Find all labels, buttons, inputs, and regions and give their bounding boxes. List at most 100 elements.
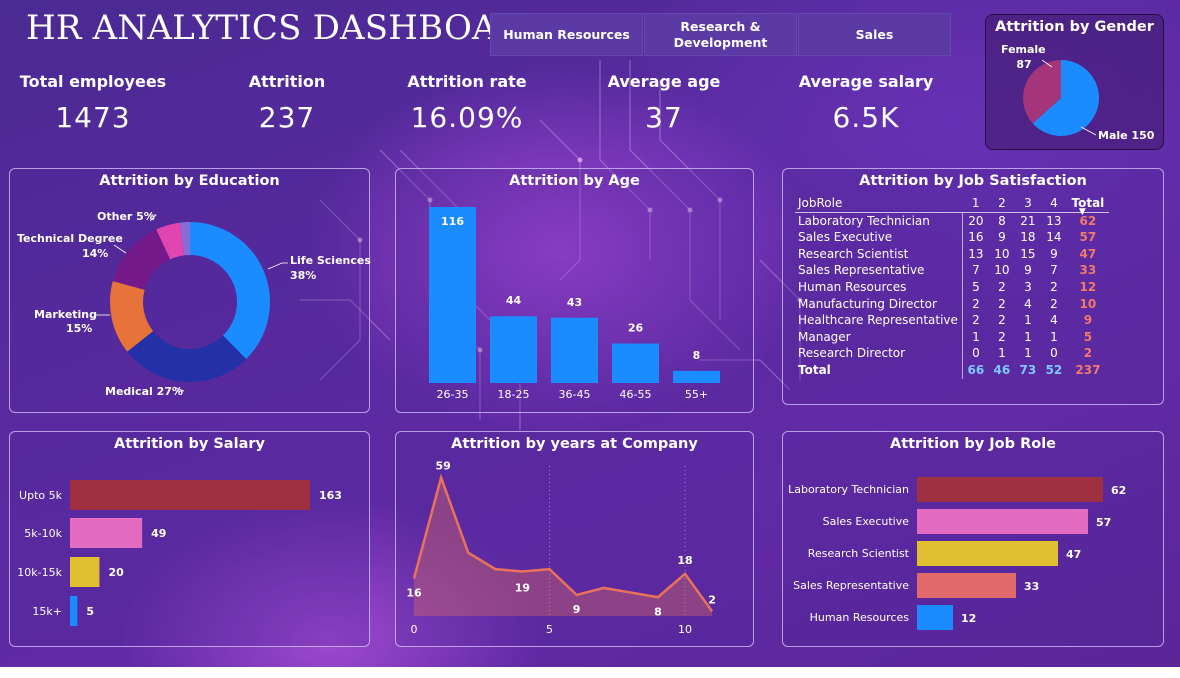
age-bar-chart: 116 26-35 44 18-25 43 36-45 26 46-55 8 55+ [429, 207, 720, 401]
tab-label: Human Resources [503, 26, 630, 42]
table-row: Healthcare Representative 2 2 1 4 9 [795, 312, 1109, 329]
column-header-1[interactable]: 1 [962, 195, 989, 213]
column-header-2[interactable]: 2 [988, 195, 1015, 213]
tab-human-resources[interactable]: Human Resources [490, 13, 643, 56]
salary-bar [70, 480, 310, 510]
table-cell: 12 [1079, 279, 1097, 294]
kpi-average-age: Average age 37 [585, 72, 743, 134]
salary-bar [70, 557, 100, 587]
table-cell: Research Director [795, 345, 963, 362]
table-cell: 9 [998, 230, 1006, 245]
jobrole-bar [917, 541, 1058, 566]
edu-value-marketing: 15% [66, 322, 92, 335]
years-point-label: 18 [677, 554, 692, 567]
table-cell: 3 [1024, 279, 1032, 294]
age-category-label: 55+ [685, 388, 708, 401]
table-cell: 2 [998, 279, 1006, 294]
jobrole-category-label: Human Resources [810, 611, 910, 624]
table-row: Research Scientist 13 10 15 9 47 [795, 245, 1109, 263]
kpi-value: 16.09% [410, 101, 524, 134]
table-cell: 10 [1079, 296, 1097, 311]
kpi-value: 1473 [55, 101, 131, 134]
years-point-label: 8 [654, 605, 662, 618]
table-cell: 13 [968, 246, 984, 261]
table-cell: Human Resources [795, 278, 963, 296]
panel-attrition-by-gender: Attrition by Gender Female 87 Male 150 [985, 14, 1164, 150]
jobrole-bar-value-label: 47 [1066, 548, 1081, 561]
jobrole-category-label: Sales Executive [823, 515, 910, 528]
jobrole-bar [917, 573, 1016, 598]
table-cell: 13 [1046, 213, 1062, 228]
table-cell: 2 [972, 296, 980, 311]
salary-bar-chart: 163 Upto 5k 49 5k-10k 20 10k-15k 5 15k+ [17, 480, 342, 626]
table-cell: 2 [998, 313, 1006, 328]
gender-label-male: Male 150 [1098, 129, 1155, 142]
table-cell: 2 [998, 329, 1006, 344]
age-bar [612, 343, 659, 383]
jobrole-category-label: Sales Representative [793, 579, 909, 592]
years-point-label: 16 [406, 587, 422, 600]
kpi-label: Average salary [798, 72, 934, 91]
table-cell: 7 [1050, 263, 1058, 278]
table-cell: 9 [1024, 263, 1032, 278]
salary-category-label: 15k+ [32, 605, 62, 618]
table-cell: 2 [1050, 296, 1058, 311]
years-point-label: 9 [573, 603, 581, 616]
salary-bar-value-label: 20 [108, 566, 124, 579]
job-satisfaction-table: JobRole 1 2 3 4 Total ▼ Laboratory Techn… [795, 195, 1109, 379]
age-category-label: 46-55 [620, 388, 652, 401]
table-cell: 18 [1020, 230, 1036, 245]
table-cell: 1 [1024, 313, 1032, 328]
jobrole-category-label: Laboratory Technician [788, 483, 909, 496]
kpi-label: Attrition [248, 72, 326, 91]
jobrole-bar [917, 477, 1103, 502]
table-cell: 46 [993, 362, 1011, 377]
years-point-label: 19 [515, 581, 530, 594]
edu-value-technical-degree: 14% [82, 247, 108, 260]
kpi-attrition-rate: Attrition rate 16.09% [388, 72, 546, 134]
table-cell: 66 [967, 362, 985, 377]
table-cell: 2 [1050, 279, 1058, 294]
panel-attrition-by-job-role: Attrition by Job Role 62 Laboratory Techn… [782, 431, 1164, 647]
kpi-value: 6.5K [832, 101, 900, 134]
edu-label-life-sciences: Life Sciences [290, 254, 371, 267]
years-point-label: 59 [435, 460, 450, 473]
dashboard-canvas: HR ANALYTICS DASHBOARD Human Resources R… [0, 0, 1180, 667]
years-area-chart: 0 5 10 16 59 19 9 8 18 2 [406, 460, 716, 636]
table-cell: 4 [1050, 313, 1058, 328]
kpi-label: Attrition rate [407, 72, 527, 91]
panel-attrition-by-education: Attrition by Education Life Sciences 38%… [9, 168, 371, 413]
panel-attrition-by-age: Attrition by Age 116 26-35 44 18-25 43 36-45 2… [395, 168, 754, 413]
table-row: Sales Executive 16 9 18 14 57 [795, 229, 1109, 246]
table-cell: 9 [1050, 246, 1058, 261]
table-cell: 73 [1019, 362, 1037, 377]
gender-value-female: 87 [1016, 58, 1031, 71]
table-row: Human Resources 5 2 3 2 12 [795, 278, 1109, 296]
kpi-average-salary: Average salary 6.5K [787, 72, 945, 134]
kpi-total-employees: Total employees 1473 [14, 72, 172, 134]
column-header-total[interactable]: Total ▼ [1066, 195, 1109, 217]
edu-donut-slice-life-sciences [190, 222, 270, 360]
table-cell: 1 [1024, 329, 1032, 344]
tab-label: Sales [855, 26, 894, 42]
edu-label-technical-degree: Technical Degree [17, 232, 123, 245]
age-bar-value-label: 26 [628, 322, 644, 335]
table-cell: 1 [1024, 346, 1032, 361]
table-cell: 62 [1079, 213, 1097, 228]
age-bar [429, 207, 476, 383]
column-header-3[interactable]: 3 [1014, 195, 1041, 213]
table-cell: 15 [1020, 246, 1036, 261]
table-cell: Laboratory Technician [795, 212, 963, 230]
page-title: HR ANALYTICS DASHBOARD [26, 8, 551, 48]
tab-sales[interactable]: Sales [798, 13, 951, 56]
column-header-jobrole[interactable]: JobRole [795, 195, 963, 213]
column-header-4[interactable]: 4 [1040, 195, 1067, 213]
table-cell: 2 [972, 313, 980, 328]
education-donut-chart: Life Sciences 38% Medical 27% Marketing … [17, 210, 371, 398]
tab-research-development[interactable]: Research & Development [644, 13, 797, 56]
table-cell: 52 [1045, 362, 1063, 377]
jobrole-bar-chart: 62 Laboratory Technician 57 Sales Executive… [788, 477, 1126, 630]
table-total-row: Total 66 46 73 52 237 [795, 361, 1109, 379]
kpi-attrition: Attrition 237 [208, 72, 366, 134]
gender-pie-chart: Female 87 Male 150 [1001, 43, 1155, 142]
